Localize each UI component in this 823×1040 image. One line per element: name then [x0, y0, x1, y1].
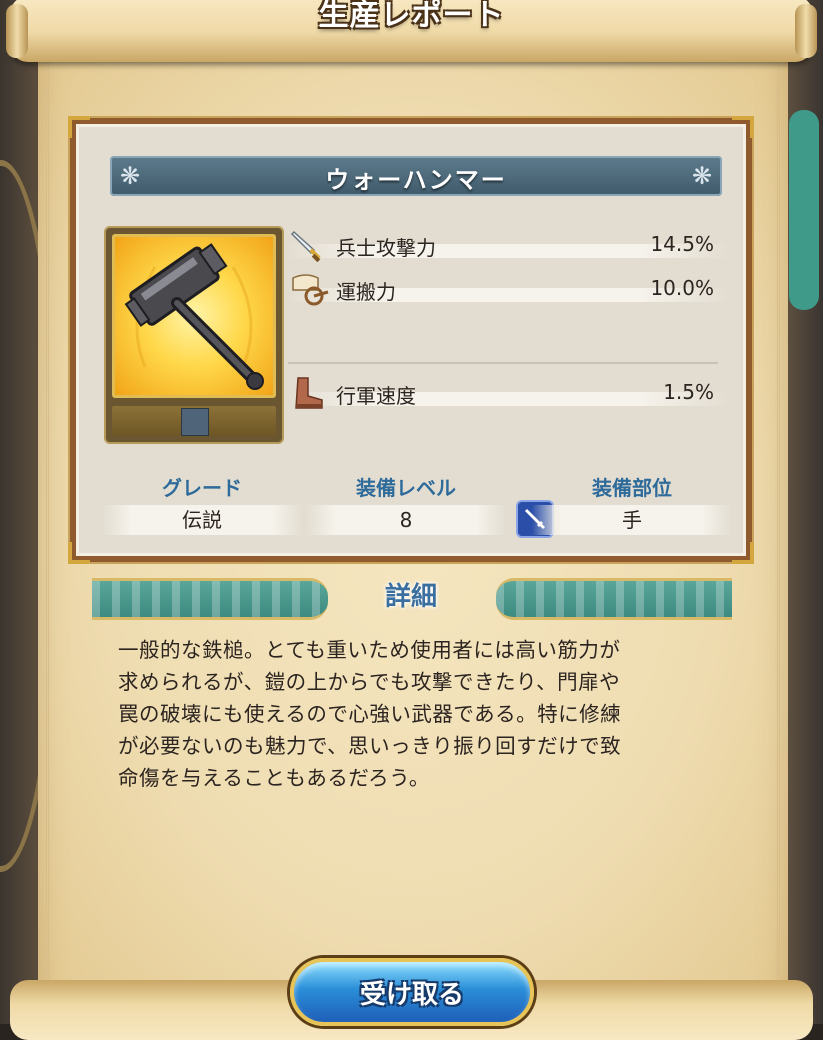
stat-value: 1.5%: [663, 380, 714, 404]
grade-value: 伝説: [102, 505, 302, 535]
receive-button-label: 受け取る: [359, 980, 464, 1010]
stat-row: 兵士攻撃力 14.5%: [288, 228, 728, 263]
stat-label: 行軍速度: [336, 384, 416, 408]
slot-info: 装備部位 手: [532, 472, 732, 535]
stat-label: 運搬力: [336, 280, 396, 304]
stat-row: 行軍速度 1.5%: [288, 376, 728, 410]
stat-label: 兵士攻撃力: [336, 236, 436, 260]
receive-button[interactable]: 受け取る: [290, 958, 534, 1026]
item-name-bar: ❋ ウォーハンマー ❋: [110, 156, 722, 196]
stat-row: 運搬力 10.0%: [288, 272, 728, 306]
item-card[interactable]: [106, 228, 282, 442]
detail-ornament-right: [496, 578, 732, 620]
stat-value: 10.0%: [650, 276, 714, 300]
level-info: 装備レベル 8: [306, 472, 506, 535]
flourish-icon: ❋: [691, 162, 713, 190]
level-label: 装備レベル: [356, 476, 456, 500]
corner-ornament: [732, 542, 754, 564]
corner-ornament: [732, 116, 754, 138]
item-name: ウォーハンマー: [325, 166, 507, 194]
detail-heading: 詳細: [384, 582, 437, 612]
sword-icon: [290, 228, 324, 263]
boot-icon: [290, 376, 324, 410]
scroll-header: 生産レポート: [6, 0, 817, 62]
report-title: 生産レポート: [318, 0, 505, 33]
stat-value: 14.5%: [650, 232, 714, 256]
item-panel: ❋ ウォーハンマー ❋ 兵士攻撃力 14.5% 運搬力 10.0% 行軍速度 1…: [68, 116, 754, 564]
item-description: 一般的な鉄槌。とても重いため使用者には高い筋力が 求められるが、鎧の上からでも攻…: [118, 638, 622, 790]
war-hammer-icon: [112, 234, 276, 398]
corner-ornament: [68, 542, 90, 564]
grade-info: グレード 伝説: [102, 472, 302, 535]
cart-icon: [290, 272, 329, 306]
detail-ornament-left: [92, 578, 328, 620]
corner-ornament: [68, 116, 90, 138]
gem-slot-bar: [112, 406, 276, 436]
gem-slot-icon[interactable]: [181, 408, 209, 436]
level-value: 8: [306, 505, 506, 535]
grade-label: グレード: [162, 476, 242, 500]
slot-label: 装備部位: [592, 476, 672, 500]
slot-value: 手: [532, 505, 732, 535]
stat-divider: [288, 362, 718, 364]
